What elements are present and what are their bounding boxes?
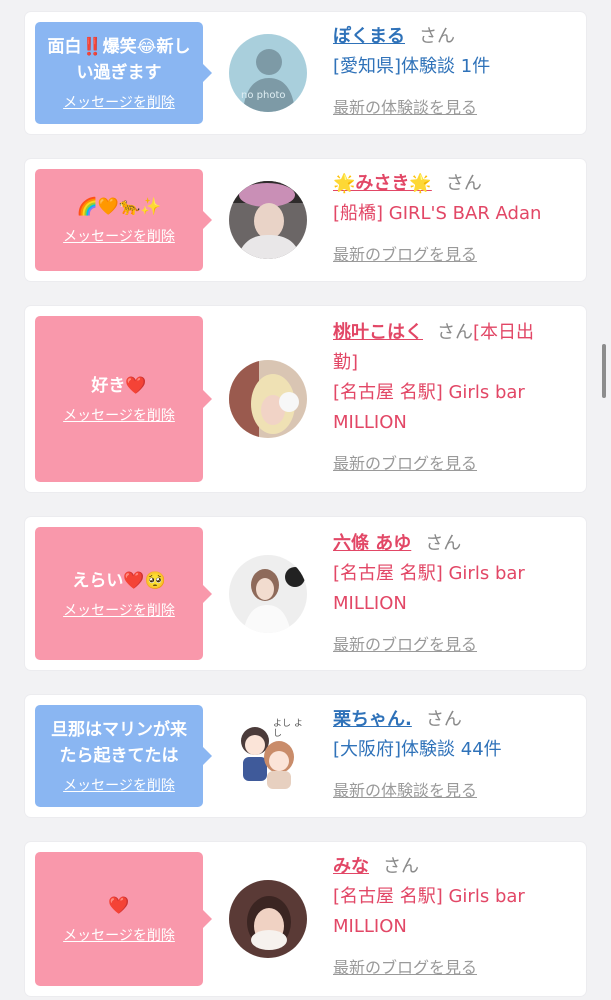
sender-name-link[interactable]: 六條 あゆ bbox=[333, 533, 411, 554]
sender-detail: [船橋] GIRL'S BAR Adan bbox=[333, 203, 542, 224]
message-card: 面白‼️爆笑😂新しい過ぎます メッセージを削除 no photo ぽくまる さん … bbox=[25, 12, 586, 134]
sender-detail: [名古屋 名駅] Girls bar bbox=[333, 886, 525, 907]
message-bubble: 旦那はマリンが来たら起きてたは メッセージを削除 bbox=[35, 705, 212, 807]
delete-message-link[interactable]: メッセージを削除 bbox=[63, 775, 175, 795]
message-bubble: ❤️ メッセージを削除 bbox=[35, 852, 212, 986]
sender-info: ぽくまる さん [愛知県]体験談 1件 最新の体験談を見る bbox=[333, 22, 581, 118]
sender-detail: [名古屋 名駅] Girls bar bbox=[333, 563, 525, 584]
avatar-no-photo-label: no photo bbox=[241, 90, 286, 101]
latest-link[interactable]: 最新のブログを見る bbox=[333, 241, 581, 265]
sender-info: 栗ちゃん. さん [大阪府]体験談 44件 最新の体験談を見る bbox=[333, 705, 581, 801]
honorific: さん bbox=[425, 533, 462, 554]
honorific: さん bbox=[445, 173, 482, 194]
sender-detail: [名古屋 名駅] Girls bar bbox=[333, 382, 525, 403]
sender-info: 🌟みさき🌟 さん [船橋] GIRL'S BAR Adan 最新のブログを見る bbox=[333, 169, 581, 265]
message-bubble: 面白‼️爆笑😂新しい過ぎます メッセージを削除 bbox=[35, 22, 212, 124]
sender-detail-shop: MILLION bbox=[333, 412, 407, 433]
message-card: 旦那はマリンが来たら起きてたは メッセージを削除 よし よし 栗ちゃん. さん [… bbox=[25, 695, 586, 817]
avatar[interactable] bbox=[229, 555, 307, 633]
message-card: 好き❤️ メッセージを削除 桃叶こはく さん[本日出 勤] [名古屋 名駅] Gi… bbox=[25, 306, 586, 492]
honorific: さん bbox=[419, 26, 455, 47]
profile-photo-icon bbox=[229, 555, 307, 633]
sender-name-link[interactable]: 桃叶こはく bbox=[333, 322, 423, 343]
profile-photo-icon bbox=[229, 181, 307, 259]
message-card: えらい❤️🥺 メッセージを削除 六條 あゆ さん [名古屋 名駅] Girls b… bbox=[25, 517, 586, 670]
sender-detail: [大阪府]体験談 44件 bbox=[333, 739, 502, 760]
sender-status: [本日出 bbox=[473, 322, 535, 343]
avatar[interactable]: よし よし bbox=[229, 715, 307, 793]
delete-message-link[interactable]: メッセージを削除 bbox=[63, 925, 175, 945]
avatar[interactable] bbox=[229, 181, 307, 259]
message-card: 🌈🧡🐆✨ メッセージを削除 🌟みさき🌟 さん [船橋] GIRL'S BAR Ad… bbox=[25, 159, 586, 281]
scrollbar[interactable] bbox=[602, 344, 606, 398]
message-text: 🌈🧡🐆✨ bbox=[76, 197, 162, 217]
delete-message-link[interactable]: メッセージを削除 bbox=[63, 226, 175, 246]
message-text: 好き❤️ bbox=[91, 376, 147, 396]
latest-link[interactable]: 最新のブログを見る bbox=[333, 631, 581, 655]
latest-link[interactable]: 最新のブログを見る bbox=[333, 954, 581, 978]
message-bubble: 🌈🧡🐆✨ メッセージを削除 bbox=[35, 169, 212, 271]
delete-message-link[interactable]: メッセージを削除 bbox=[63, 405, 175, 425]
sender-name-link[interactable]: みな bbox=[333, 856, 369, 877]
delete-message-link[interactable]: メッセージを削除 bbox=[63, 600, 175, 620]
sticker-caption: よし よし bbox=[273, 719, 303, 739]
profile-photo-icon bbox=[229, 880, 307, 958]
honorific: さん bbox=[425, 709, 462, 730]
message-text: えらい❤️🥺 bbox=[72, 570, 166, 591]
profile-photo-icon bbox=[229, 360, 307, 438]
sender-detail-shop: MILLION bbox=[333, 593, 407, 614]
sender-info: 六條 あゆ さん [名古屋 名駅] Girls bar MILLION 最新のブロ… bbox=[333, 529, 581, 655]
avatar[interactable] bbox=[229, 880, 307, 958]
sender-detail: [愛知県]体験談 1件 bbox=[333, 56, 491, 77]
sender-detail-shop: MILLION bbox=[333, 916, 407, 937]
message-card: ❤️ メッセージを削除 みな さん [名古屋 名駅] Girls bar MILL… bbox=[25, 842, 586, 996]
latest-link[interactable]: 最新の体験談を見る bbox=[333, 777, 581, 801]
honorific: さん bbox=[383, 856, 419, 877]
avatar[interactable]: no photo bbox=[229, 34, 307, 112]
sender-info: みな さん [名古屋 名駅] Girls bar MILLION 最新のブログを見… bbox=[333, 852, 581, 978]
message-text: ❤️ bbox=[108, 896, 130, 916]
message-list: 面白‼️爆笑😂新しい過ぎます メッセージを削除 no photo ぽくまる さん … bbox=[0, 0, 611, 1000]
honorific: さん bbox=[437, 322, 473, 343]
sender-name-link[interactable]: ぽくまる bbox=[333, 26, 405, 47]
message-text: 面白‼️爆笑😂新しい過ぎます bbox=[47, 37, 191, 83]
latest-link[interactable]: 最新のブログを見る bbox=[333, 450, 581, 474]
message-text: 旦那はマリンが来たら起きてたは bbox=[51, 720, 187, 766]
message-bubble: 好き❤️ メッセージを削除 bbox=[35, 316, 212, 482]
latest-link[interactable]: 最新の体験談を見る bbox=[333, 94, 581, 118]
sender-name-link[interactable]: 🌟みさき🌟 bbox=[333, 173, 432, 194]
sender-info: 桃叶こはく さん[本日出 勤] [名古屋 名駅] Girls bar MILLIO… bbox=[333, 318, 581, 474]
sender-name-link[interactable]: 栗ちゃん. bbox=[333, 709, 412, 730]
message-bubble: えらい❤️🥺 メッセージを削除 bbox=[35, 527, 212, 660]
sender-status-continued: 勤] bbox=[333, 352, 359, 373]
avatar[interactable] bbox=[229, 360, 307, 438]
delete-message-link[interactable]: メッセージを削除 bbox=[63, 92, 175, 112]
